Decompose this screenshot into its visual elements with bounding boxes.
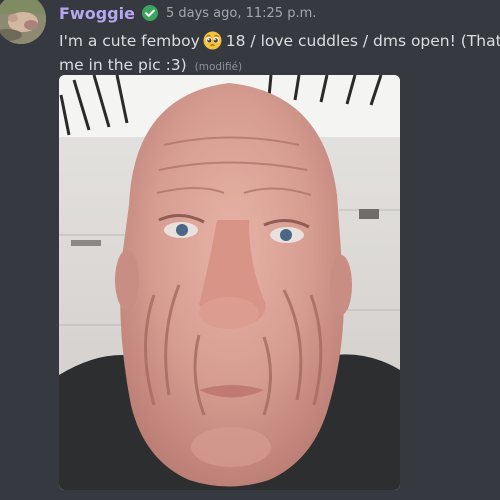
edited-label: (modifié) xyxy=(194,61,243,73)
message-text-part-2: 18 / love cuddles / dms open! (That's xyxy=(225,32,500,50)
message-header: Fwoggie 5 days ago, 11:25 p.m. xyxy=(59,1,316,25)
avatar[interactable] xyxy=(0,0,46,44)
verified-check-icon xyxy=(141,4,159,22)
image-attachment[interactable] xyxy=(59,75,400,490)
chat-message: Fwoggie 5 days ago, 11:25 p.m. I'm a cut… xyxy=(0,0,500,500)
timestamp[interactable]: 5 days ago, 11:25 p.m. xyxy=(166,6,316,21)
message-text-part-1: I'm a cute femboy xyxy=(59,32,200,50)
message-text-part-3: me in the pic :3) xyxy=(59,56,187,74)
pleading-face-icon xyxy=(203,31,222,50)
message-text-line-1: I'm a cute femboy 18 / love cuddles / dm… xyxy=(59,29,500,53)
username[interactable]: Fwoggie xyxy=(59,4,135,23)
